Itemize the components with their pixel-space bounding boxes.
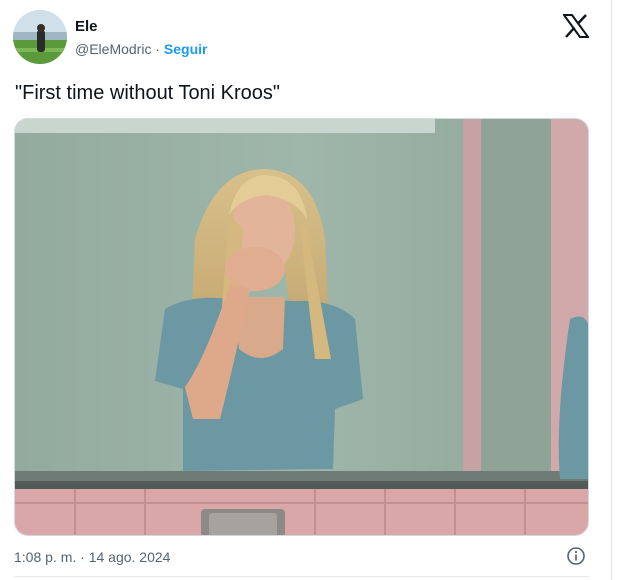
author-block: Ele @EleModric · Seguir [75, 18, 207, 58]
tweet-text: "First time without Toni Kroos" [15, 82, 281, 104]
divider [14, 576, 589, 577]
handle-row: @EleModric · Seguir [75, 40, 207, 58]
author-name[interactable]: Ele [75, 18, 207, 36]
x-logo-icon[interactable] [563, 14, 589, 38]
avatar[interactable] [13, 10, 67, 64]
photo-image [15, 119, 588, 535]
info-icon[interactable] [566, 546, 586, 566]
tweet-embed-card: Ele @EleModric · Seguir "First time with… [0, 0, 612, 580]
tweet-timestamp[interactable]: 1:08 p. m. · 14 ago. 2024 [14, 548, 170, 566]
follow-button[interactable]: Seguir [164, 41, 208, 57]
separator-dot: · [155, 41, 161, 57]
tweet-media-photo[interactable] [14, 118, 589, 536]
avatar-image [13, 10, 67, 64]
author-handle[interactable]: @EleModric [75, 41, 151, 57]
